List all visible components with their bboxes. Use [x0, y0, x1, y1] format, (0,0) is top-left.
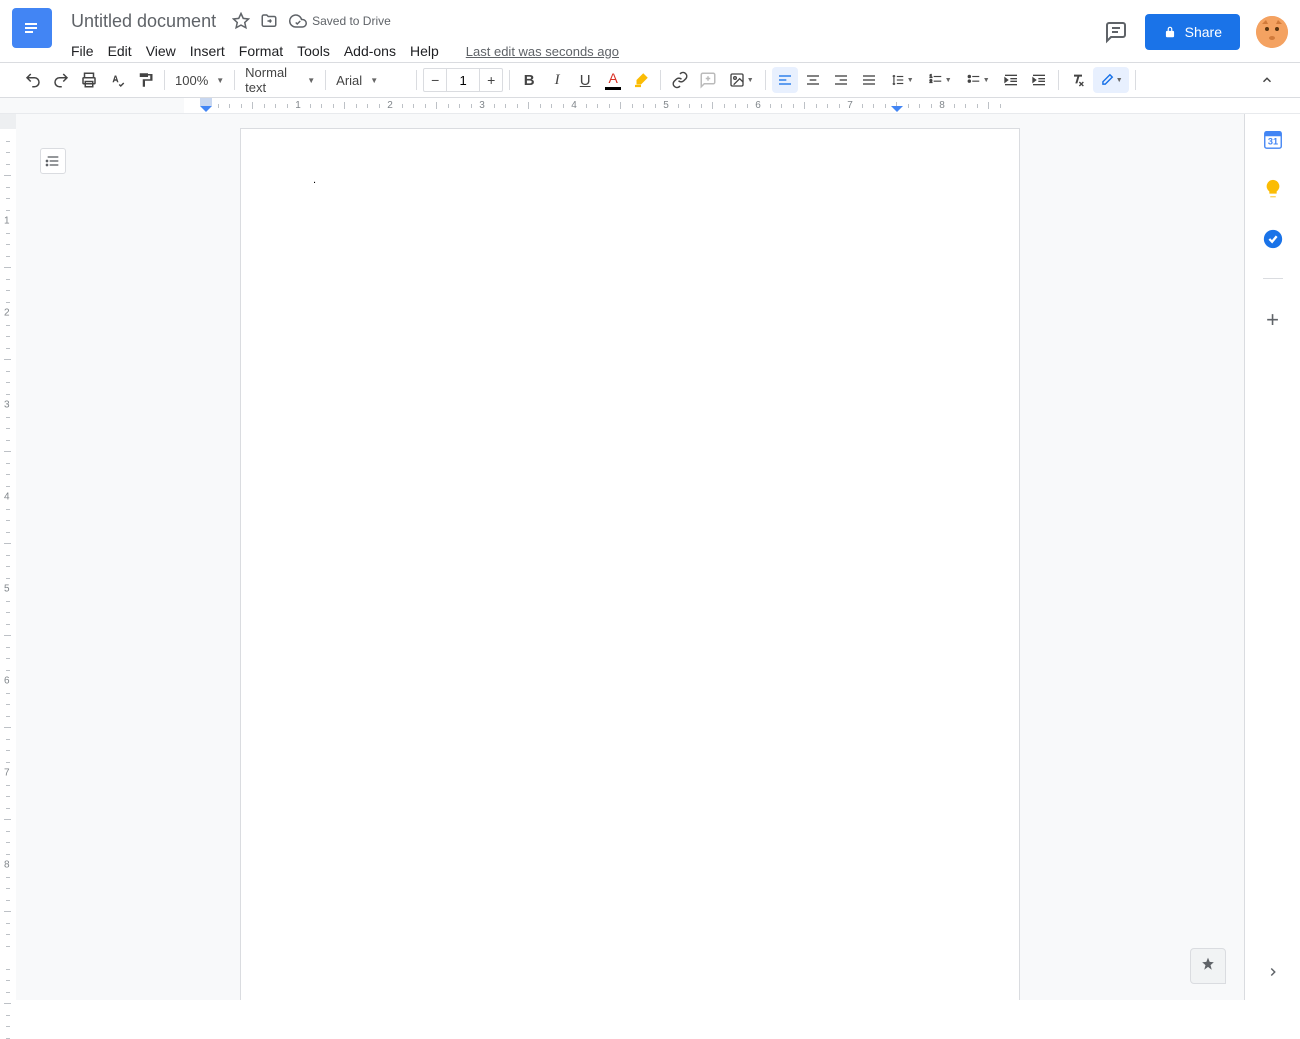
- align-center-button[interactable]: [800, 67, 826, 93]
- undo-button[interactable]: [20, 67, 46, 93]
- paragraph-style-select[interactable]: Normal text▼: [241, 61, 319, 99]
- highlight-color-button[interactable]: [628, 67, 654, 93]
- hide-side-panel-button[interactable]: [1261, 960, 1285, 984]
- font-size-group: − +: [423, 68, 503, 92]
- clear-formatting-button[interactable]: [1065, 67, 1091, 93]
- save-status[interactable]: Saved to Drive: [289, 12, 391, 30]
- bold-button[interactable]: B: [516, 67, 542, 93]
- menu-help[interactable]: Help: [403, 39, 446, 63]
- collapse-toolbar-button[interactable]: [1254, 67, 1280, 93]
- insert-comment-button[interactable]: [695, 67, 721, 93]
- align-left-button[interactable]: [772, 67, 798, 93]
- menu-insert[interactable]: Insert: [183, 39, 232, 63]
- increase-indent-button[interactable]: [1026, 67, 1052, 93]
- font-size-input[interactable]: [446, 69, 480, 91]
- insert-link-button[interactable]: [667, 67, 693, 93]
- style-value: Normal text: [245, 65, 299, 95]
- font-size-increase[interactable]: +: [480, 69, 502, 91]
- italic-button[interactable]: I: [544, 67, 570, 93]
- svg-text:2: 2: [929, 78, 932, 83]
- align-justify-button[interactable]: [856, 67, 882, 93]
- zoom-select[interactable]: 100%▼: [171, 69, 228, 92]
- paint-format-button[interactable]: [132, 67, 158, 93]
- vertical-ruler[interactable]: 12345678: [0, 114, 16, 1000]
- document-content[interactable]: .: [241, 129, 1019, 231]
- document-title-input[interactable]: Untitled document: [64, 8, 223, 35]
- star-icon[interactable]: [231, 11, 251, 31]
- last-edit-link[interactable]: Last edit was seconds ago: [466, 44, 619, 59]
- print-button[interactable]: [76, 67, 102, 93]
- zoom-value: 100%: [175, 73, 208, 88]
- menu-edit[interactable]: Edit: [101, 39, 139, 63]
- menu-view[interactable]: View: [139, 39, 183, 63]
- keep-sidebar-icon[interactable]: [1262, 178, 1284, 200]
- save-status-text: Saved to Drive: [312, 14, 391, 28]
- text-color-button[interactable]: A: [600, 67, 626, 93]
- bulleted-list-button[interactable]: ▼: [960, 67, 996, 93]
- font-value: Arial: [336, 73, 362, 88]
- share-button[interactable]: Share: [1145, 14, 1240, 50]
- toolbar: 100%▼ Normal text▼ Arial▼ − + B I U A ▼ …: [0, 62, 1300, 98]
- insert-image-button[interactable]: ▼: [723, 67, 759, 93]
- redo-button[interactable]: [48, 67, 74, 93]
- account-avatar[interactable]: [1256, 16, 1288, 48]
- menu-bar: File Edit View Insert Format Tools Add-o…: [64, 38, 1103, 64]
- menu-file[interactable]: File: [64, 39, 101, 63]
- line-spacing-button[interactable]: ▼: [884, 67, 920, 93]
- horizontal-ruler[interactable]: 12345678: [0, 98, 1300, 114]
- cloud-saved-icon: [289, 12, 307, 30]
- font-size-decrease[interactable]: −: [424, 69, 446, 91]
- docs-home-button[interactable]: [12, 8, 52, 48]
- comments-button[interactable]: [1103, 19, 1129, 45]
- share-button-label: Share: [1185, 24, 1222, 40]
- align-right-button[interactable]: [828, 67, 854, 93]
- move-to-folder-icon[interactable]: [259, 11, 279, 31]
- underline-button[interactable]: U: [572, 67, 598, 93]
- side-panel: 31 +: [1244, 114, 1300, 1000]
- decrease-indent-button[interactable]: [998, 67, 1024, 93]
- font-family-select[interactable]: Arial▼: [332, 69, 410, 92]
- tasks-sidebar-icon[interactable]: [1262, 228, 1284, 250]
- calendar-sidebar-icon[interactable]: 31: [1262, 128, 1284, 150]
- numbered-list-button[interactable]: 12▼: [922, 67, 958, 93]
- get-addons-button[interactable]: +: [1266, 307, 1279, 333]
- spellcheck-button[interactable]: [104, 67, 130, 93]
- menu-addons[interactable]: Add-ons: [337, 39, 403, 63]
- menu-format[interactable]: Format: [232, 39, 290, 63]
- show-outline-button[interactable]: [40, 148, 66, 174]
- menu-tools[interactable]: Tools: [290, 39, 337, 63]
- svg-text:31: 31: [1267, 137, 1277, 147]
- lock-icon: [1163, 25, 1177, 39]
- editing-mode-button[interactable]: ▼: [1093, 67, 1129, 93]
- document-page[interactable]: .: [240, 128, 1020, 1000]
- explore-button[interactable]: [1190, 948, 1226, 984]
- document-area[interactable]: .: [16, 114, 1244, 1000]
